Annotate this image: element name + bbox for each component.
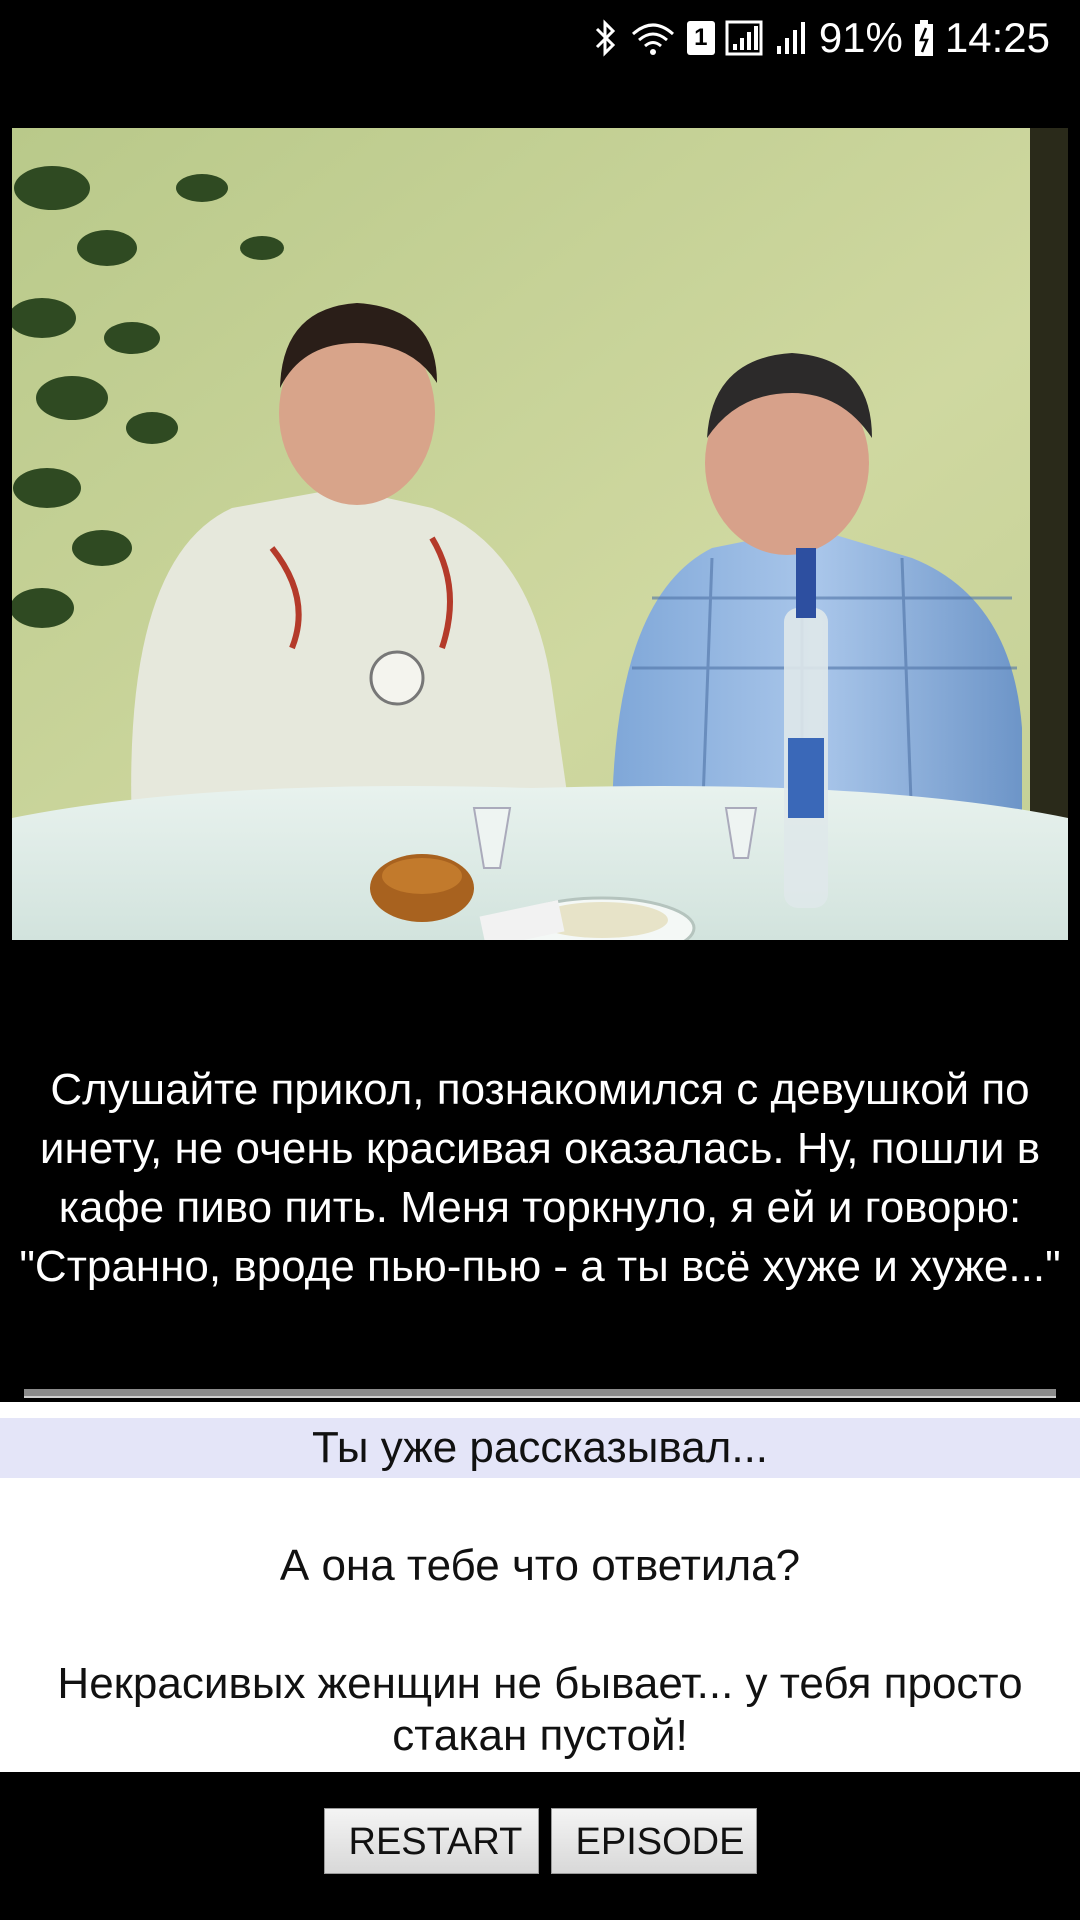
restart-button[interactable]: RESTART xyxy=(323,1808,539,1874)
divider xyxy=(24,1389,1056,1398)
bluetooth-icon xyxy=(593,18,619,58)
sim-icon: 1 xyxy=(686,21,715,55)
choice-item[interactable]: А она тебе что ответила? xyxy=(0,1540,1080,1592)
signal-icon xyxy=(775,18,809,58)
choice-item[interactable]: Некрасивых женщин не бывает... у тебя пр… xyxy=(0,1658,1080,1762)
story-text: Слушайте прикол, познакомился с девушкой… xyxy=(19,1065,1061,1291)
episode-button[interactable]: EPISODE xyxy=(550,1808,757,1874)
choice-list: Ты уже рассказывал... А она тебе что отв… xyxy=(0,1402,1080,1772)
clock: 14:25 xyxy=(944,14,1050,61)
choice-item[interactable]: Ты уже рассказывал... xyxy=(0,1418,1080,1478)
signal-icon xyxy=(725,18,765,58)
wifi-icon xyxy=(629,18,677,58)
battery-icon xyxy=(913,18,935,58)
app-screen: 1 91% 14:25 Слушайте прикол, познакомилс… xyxy=(0,0,1080,1920)
battery-percent: 91% xyxy=(818,14,903,61)
status-bar: 1 91% 14:25 xyxy=(0,0,1080,76)
video-still-image xyxy=(12,128,1068,940)
button-bar: RESTART EPISODE xyxy=(0,1808,1080,1874)
video-still[interactable] xyxy=(12,128,1068,940)
